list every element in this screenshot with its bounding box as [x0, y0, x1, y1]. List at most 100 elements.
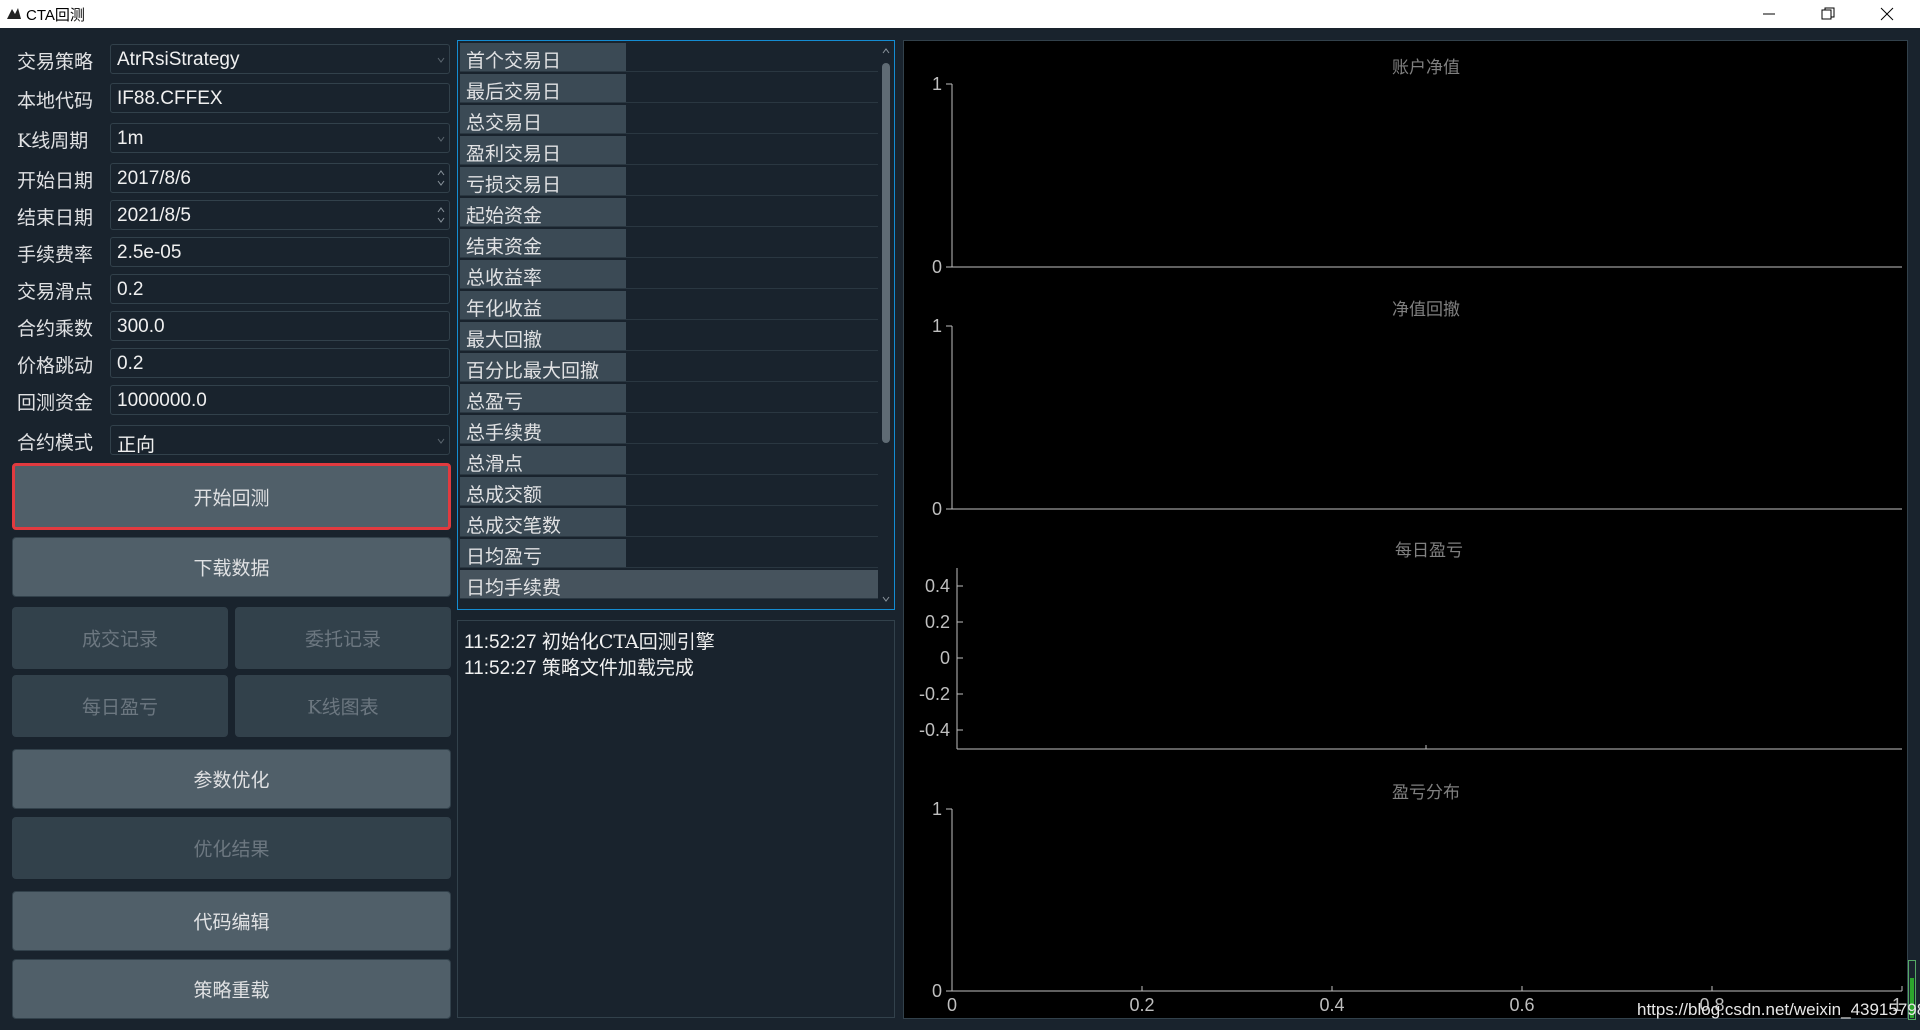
chevron-down-icon[interactable] — [437, 433, 445, 447]
text-field[interactable]: 1000000.0 — [110, 385, 450, 415]
stat-row[interactable]: 总成交笔数 — [460, 508, 878, 538]
stat-key-cell: 总成交笔数 — [460, 508, 626, 537]
scroll-up-icon[interactable] — [880, 45, 892, 57]
stat-value-cell[interactable] — [626, 74, 878, 103]
stat-value-cell[interactable] — [626, 353, 878, 382]
window-title: CTA回测 — [26, 7, 85, 24]
stat-value-cell[interactable] — [626, 105, 878, 134]
dropdown[interactable]: 1m — [110, 123, 450, 153]
stat-key-cell: 总手续费 — [460, 415, 626, 444]
form-label: 开始日期 — [17, 170, 94, 192]
download-data-label: 下载数据 — [193, 557, 270, 580]
text-field[interactable]: IF88.CFFEX — [110, 83, 450, 113]
stat-value-cell[interactable] — [626, 198, 878, 227]
text-field[interactable]: 2.5e-05 — [110, 237, 450, 267]
stat-row[interactable]: 总交易日 — [460, 105, 878, 135]
distribution-x-tick: 0.6 — [1509, 995, 1534, 1015]
strategy-reload-button[interactable]: 策略重载 — [12, 959, 451, 1019]
stat-row[interactable]: 总盈亏 — [460, 384, 878, 414]
stat-key-cell: 日均手续费 — [460, 570, 626, 599]
stat-value-cell[interactable] — [626, 415, 878, 444]
balance-chart: 账户净值 1 0 — [932, 58, 1902, 277]
stat-row[interactable]: 总手续费 — [460, 415, 878, 445]
optimize-result-label: 优化结果 — [193, 838, 270, 861]
spin-arrows-icon[interactable] — [437, 167, 445, 189]
download-data-button[interactable]: 下载数据 — [12, 537, 451, 597]
param-optimize-button[interactable]: 参数优化 — [12, 749, 451, 809]
dropdown[interactable]: AtrRsiStrategy — [110, 44, 450, 74]
stat-key-cell: 结束资金 — [460, 229, 626, 258]
form-row: 交易策略 AtrRsiStrategy — [0, 41, 455, 77]
stats-scrollbar[interactable] — [880, 43, 892, 607]
stat-row[interactable]: 日均手续费 — [460, 570, 878, 600]
stat-value-cell[interactable] — [626, 291, 878, 320]
stat-row[interactable]: 总收益率 — [460, 260, 878, 290]
stat-value-cell[interactable] — [626, 446, 878, 475]
order-records-button[interactable]: 委托记录 — [235, 607, 451, 669]
form-row: 价格跳动 0.2 — [0, 345, 455, 381]
stat-value-cell[interactable] — [626, 508, 878, 537]
stat-value-cell[interactable] — [626, 167, 878, 196]
date-field[interactable]: 2021/8/5 — [110, 200, 450, 230]
stat-value-cell[interactable] — [626, 539, 878, 568]
stat-value-cell[interactable] — [626, 136, 878, 165]
stat-row[interactable]: 年化收益 — [460, 291, 878, 321]
close-button[interactable] — [1858, 0, 1916, 28]
balance-y-tick: 0 — [932, 257, 942, 277]
form-row: 开始日期 2017/8/6 — [0, 160, 455, 196]
stat-value-cell[interactable] — [626, 477, 878, 506]
form-row: 交易滑点 0.2 — [0, 271, 455, 307]
stat-value-cell[interactable] — [626, 43, 878, 72]
spin-arrows-icon[interactable] — [437, 204, 445, 226]
stat-key-label: 最大回撤 — [466, 329, 543, 351]
scrollbar-thumb[interactable] — [882, 63, 890, 443]
code-edit-label: 代码编辑 — [193, 911, 270, 934]
field-value: 0.2 — [117, 279, 144, 300]
stat-row[interactable]: 百分比最大回撤 — [460, 353, 878, 383]
stat-value-cell[interactable] — [626, 384, 878, 413]
stat-row[interactable]: 起始资金 — [460, 198, 878, 228]
form-row: 合约乘数 300.0 — [0, 308, 455, 344]
trade-records-button[interactable]: 成交记录 — [12, 607, 228, 669]
optimize-result-button[interactable]: 优化结果 — [12, 817, 451, 879]
log-panel[interactable]: 11:52:27 初始化CTA回测引擎 11:52:27 策略文件加载完成 — [457, 620, 895, 1018]
stat-value-cell[interactable] — [626, 260, 878, 289]
restore-button[interactable] — [1799, 0, 1857, 28]
stat-value-cell[interactable] — [626, 570, 878, 599]
start-backtest-button[interactable]: 开始回测 — [12, 463, 451, 530]
text-field[interactable]: 0.2 — [110, 274, 450, 304]
stat-row[interactable]: 日均盈亏 — [460, 539, 878, 569]
chevron-down-icon[interactable] — [437, 52, 445, 66]
distribution-x-tick: 0.2 — [1129, 995, 1154, 1015]
date-field[interactable]: 2017/8/6 — [110, 163, 450, 193]
form-label: 本地代码 — [17, 90, 94, 112]
statistics-table[interactable]: 首个交易日 最后交易日 总交易日 盈利交易日 亏损交易日 起始资金 结束资金 总收益率 年化收益… — [457, 40, 895, 610]
chevron-down-icon[interactable] — [437, 131, 445, 145]
stat-row[interactable]: 总滑点 — [460, 446, 878, 476]
stat-value-cell[interactable] — [626, 322, 878, 351]
stat-row[interactable]: 盈利交易日 — [460, 136, 878, 166]
stat-row[interactable]: 首个交易日 — [460, 43, 878, 73]
start-backtest-label: 开始回测 — [193, 487, 270, 509]
dropdown[interactable]: 正向 — [110, 425, 450, 456]
field-value: 2.5e-05 — [117, 242, 182, 263]
form-label: 合约模式 — [17, 432, 94, 454]
code-edit-button[interactable]: 代码编辑 — [12, 891, 451, 951]
minimize-button[interactable] — [1740, 0, 1798, 28]
text-field[interactable]: 300.0 — [110, 311, 450, 341]
drawdown-chart-title: 净值回撤 — [1392, 300, 1460, 320]
stat-key-label: 总成交额 — [466, 484, 543, 506]
kline-chart-button[interactable]: K线图表 — [235, 675, 451, 737]
stat-row[interactable]: 最大回撤 — [460, 322, 878, 352]
text-field[interactable]: 0.2 — [110, 348, 450, 378]
balance-y-tick: 1 — [932, 74, 942, 94]
stat-row[interactable]: 结束资金 — [460, 229, 878, 259]
daily-pnl-button[interactable]: 每日盈亏 — [12, 675, 228, 737]
daily-pnl-chart-title: 每日盈亏 — [1395, 541, 1463, 561]
stat-row[interactable]: 亏损交易日 — [460, 167, 878, 197]
stat-row[interactable]: 总成交额 — [460, 477, 878, 507]
stat-value-cell[interactable] — [626, 229, 878, 258]
chart-panel[interactable]: 账户净值 1 0 净值回撤 1 0 每日盈亏 0.4 0.2 0 -0.2 -0.4 — [903, 40, 1908, 1019]
stat-row[interactable]: 最后交易日 — [460, 74, 878, 104]
scroll-down-icon[interactable] — [880, 593, 892, 605]
